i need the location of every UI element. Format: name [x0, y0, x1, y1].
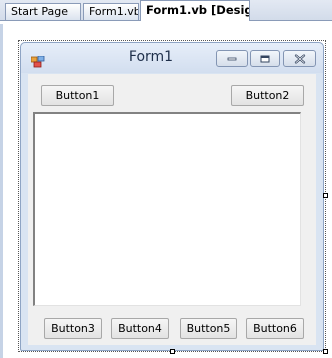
tab-form1-code[interactable]: Form1.vb	[83, 3, 139, 20]
tab-form1-design[interactable]: Form1.vb [Design]	[140, 0, 250, 21]
maximize-button[interactable]	[250, 50, 280, 67]
maximize-icon	[260, 55, 270, 62]
button1[interactable]: Button1	[41, 85, 114, 106]
button2[interactable]: Button2	[231, 85, 304, 106]
document-tab-strip: Start Page Form1.vb Form1.vb [Design]	[0, 0, 332, 24]
resize-grip-right[interactable]	[323, 193, 328, 198]
button6[interactable]: Button6	[246, 318, 304, 339]
resize-grip-corner[interactable]	[323, 349, 328, 354]
minimize-icon	[227, 57, 237, 60]
minimize-button[interactable]	[216, 50, 248, 67]
button4[interactable]: Button4	[111, 318, 169, 339]
resize-grip-bottom[interactable]	[170, 349, 175, 354]
form-title-bar[interactable]: Form1	[21, 43, 323, 73]
close-button[interactable]	[283, 50, 316, 67]
list-box[interactable]	[33, 112, 301, 306]
button5[interactable]: Button5	[180, 318, 237, 339]
close-icon	[294, 54, 305, 63]
tab-start-page[interactable]: Start Page	[5, 3, 81, 20]
button3[interactable]: Button3	[44, 318, 102, 339]
